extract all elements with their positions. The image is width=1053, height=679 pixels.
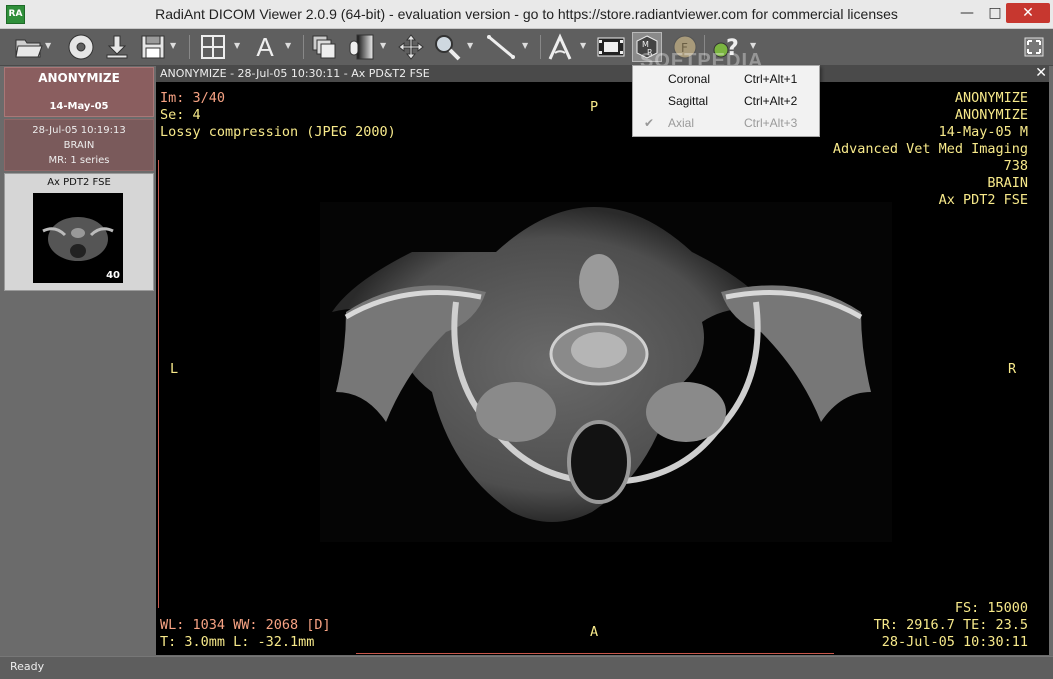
study-datetime: 28-Jul-05 10:19:13 [32,125,126,136]
layout-grid-icon [201,35,225,59]
pan-button[interactable] [396,32,426,62]
minimize-button[interactable]: — [952,3,982,23]
series-stack-button[interactable] [310,32,340,62]
mpr-dropdown-menu: Coronal Ctrl+Alt+1 Sagittal Ctrl+Alt+2 ✔… [632,65,820,137]
angle-icon [548,33,572,60]
series-description-text: Ax PDT2 FSE [938,192,1028,208]
image-viewport[interactable]: Im: 3/40 Se: 4 Lossy compression (JPEG 2… [156,82,1049,655]
compression-text: Lossy compression (JPEG 2000) [160,124,396,140]
zoom-button[interactable] [432,32,462,62]
title-bar: RA RadiAnt DICOM Viewer 2.0.9 (64-bit) -… [0,0,1053,29]
menu-item-coronal[interactable]: Coronal Ctrl+Alt+1 [634,68,818,90]
overlay-bottom-left: WL: 1034 WW: 2068 [D] T: 3.0mm L: -32.1m… [160,617,331,651]
angle-button[interactable] [546,32,576,62]
measure-ruler-icon [487,35,515,59]
status-bar: Ready [0,656,1053,679]
tr-te-text: TR: 2916.7 TE: 23.5 [873,617,1028,633]
series-number-text: Se: 4 [160,107,201,123]
save-button[interactable] [138,32,168,62]
accession-text: 738 [1003,158,1028,174]
toolbar-separator [303,35,304,59]
overlay-top-right: ANONYMIZE ANONYMIZE 14-May-05 M Advanced… [833,90,1028,209]
close-window-button[interactable]: ✕ [1006,3,1050,23]
open-folder-icon [15,39,43,58]
horizontal-scale-ruler [356,650,834,654]
open-dropdown-icon[interactable]: ▼ [45,41,53,51]
series-card[interactable]: Ax PDT2 FSE 40 [4,173,154,291]
save-icon [141,35,165,59]
patient-birthdate: 14-May-05 [49,101,109,112]
study-description-text: BRAIN [987,175,1028,191]
fullscreen-button[interactable] [1022,32,1046,62]
window-level-text: WL: 1034 WW: 2068 [D] [160,617,331,633]
orientation-left: L [170,361,179,377]
menu-item-shortcut: Ctrl+Alt+1 [744,72,798,86]
study-card[interactable]: 28-Jul-05 10:19:13 BRAIN MR: 1 series [4,119,154,171]
toolbar: ▼ ▼ ▼ A ▼ ▼ ▼ ▼ ▼ M R F ? ▼ [0,29,1053,66]
slice-thickness-text: T: 3.0mm L: -32.1mm [160,634,315,650]
menu-item-label: Axial [668,116,695,130]
overlay-bottom-right: FS: 15000 TR: 2916.7 TE: 23.5 28-Jul-05 … [874,600,1028,651]
series-thumbnail[interactable]: 40 [33,193,123,283]
measure-dropdown-icon[interactable]: ▼ [522,41,530,51]
patient-name-text: ANONYMIZE [954,90,1028,106]
menu-item-shortcut: Ctrl+Alt+3 [744,116,798,130]
study-summary: MR: 1 series [48,155,110,166]
toolbar-separator [540,35,541,59]
annotation-dropdown-icon[interactable]: ▼ [285,41,293,51]
cine-film-icon [597,37,625,57]
overlay-top-left: Im: 3/40 Se: 4 Lossy compression (JPEG 2… [160,90,396,141]
download-icon [106,35,128,59]
viewport-title: ANONYMIZE - 28-Jul-05 10:30:11 - Ax PD&T… [160,67,430,80]
menu-item-sagittal[interactable]: Sagittal Ctrl+Alt+2 [634,90,818,112]
status-text: Ready [10,660,45,673]
pan-icon [398,34,424,60]
text-annotation-icon: A [256,31,274,62]
open-folder-button[interactable] [14,32,44,62]
close-viewport-icon[interactable]: ✕ [1035,65,1047,81]
cine-button[interactable] [596,32,626,62]
window-title: RadiAnt DICOM Viewer 2.0.9 (64-bit) - ev… [155,6,898,22]
viewport-header: ANONYMIZE - 28-Jul-05 10:30:11 - Ax PD&T… [156,65,1049,82]
image-number-text: Im: 3/40 [160,90,226,106]
layout-button[interactable] [198,32,228,62]
annotation-button[interactable]: A [250,32,280,62]
zoom-dropdown-icon[interactable]: ▼ [467,41,475,51]
orientation-top: P [590,99,599,115]
menu-item-shortcut: Ctrl+Alt+2 [744,94,798,108]
menu-item-axial[interactable]: ✔ Axial Ctrl+Alt+3 [634,112,818,134]
series-stack-icon [312,35,336,59]
window-level-dropdown-icon[interactable]: ▼ [380,41,388,51]
toolbar-separator [189,35,190,59]
fullscreen-icon [1024,37,1044,57]
window-level-icon [349,34,374,60]
acquisition-datetime-text: 28-Jul-05 10:30:11 [881,634,1028,650]
image-count-badge: 40 [106,270,120,281]
orientation-bottom: A [590,624,599,640]
series-label: Ax PDT2 FSE [47,177,111,188]
layout-dropdown-icon[interactable]: ▼ [234,41,242,51]
measure-button[interactable] [486,32,516,62]
cd-dvd-button[interactable] [66,32,96,62]
patient-card[interactable]: ANONYMIZE 14-May-05 [4,67,154,117]
study-description: BRAIN [63,140,95,151]
menu-item-label: Coronal [668,72,711,86]
download-button[interactable] [102,32,132,62]
institution-text: Advanced Vet Med Imaging [832,141,1028,157]
vertical-scale-ruler [158,160,160,608]
checkmark-icon: ✔ [644,116,655,130]
patient-dob-sex-text: 14-May-05 M [938,124,1028,140]
patient-id-text: ANONYMIZE [954,107,1028,123]
zoom-icon [435,35,461,61]
field-strength-text: FS: 15000 [954,600,1028,616]
study-sidebar: ANONYMIZE 14-May-05 28-Jul-05 10:19:13 B… [4,67,154,653]
menu-item-label: Sagittal [668,94,709,108]
patient-name: ANONYMIZE [38,71,120,85]
window-level-button[interactable] [346,32,376,62]
save-dropdown-icon[interactable]: ▼ [170,41,178,51]
angle-dropdown-icon[interactable]: ▼ [580,41,588,51]
cd-dvd-icon [68,34,94,60]
orientation-right: R [1008,361,1017,377]
